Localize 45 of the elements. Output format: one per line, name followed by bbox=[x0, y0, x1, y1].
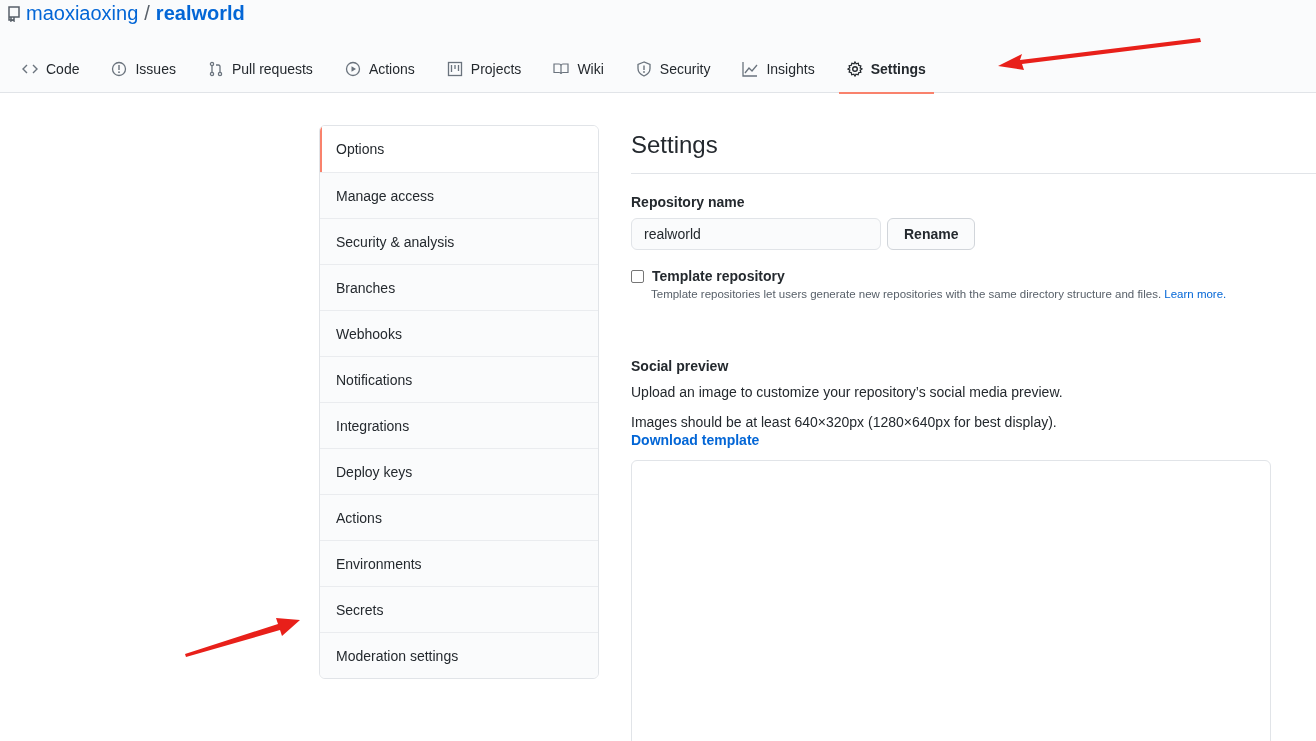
graph-icon bbox=[742, 61, 759, 77]
pull-request-icon bbox=[207, 61, 224, 77]
page-title: Settings bbox=[631, 131, 1316, 174]
checkbox-label: Template repository bbox=[652, 268, 785, 284]
menu-item[interactable]: Deploy keys bbox=[320, 448, 598, 494]
settings-icon bbox=[846, 61, 863, 77]
path-separator: / bbox=[144, 2, 150, 25]
menu-item[interactable]: Environments bbox=[320, 540, 598, 586]
menu-item[interactable]: Manage access bbox=[320, 172, 598, 218]
repo-tab[interactable]: Settings bbox=[838, 49, 934, 94]
repo-tab[interactable]: Issues bbox=[103, 49, 184, 94]
repository-link[interactable]: realworld bbox=[155, 2, 245, 25]
menu-item[interactable]: Moderation settings bbox=[320, 632, 598, 678]
menu-item[interactable]: Secrets bbox=[320, 586, 598, 632]
template-checkbox[interactable] bbox=[631, 269, 644, 283]
menu-item[interactable]: Notifications bbox=[320, 356, 598, 402]
repository-name-field[interactable]: realworld bbox=[631, 218, 881, 250]
section-description: Upload an image to customize your repository’s social media preview. bbox=[631, 384, 1064, 400]
menu-item[interactable]: Security & analysis bbox=[320, 218, 598, 264]
menu-item[interactable]: Integrations bbox=[320, 402, 598, 448]
field-label: Repository name bbox=[631, 194, 746, 210]
menu-item[interactable]: Options bbox=[320, 126, 598, 172]
project-board-icon bbox=[446, 61, 463, 77]
menu-item[interactable]: Actions bbox=[320, 494, 598, 540]
download-template-link[interactable]: Download template bbox=[631, 432, 760, 448]
repository-icon bbox=[8, 5, 20, 22]
menu-item[interactable]: Webhooks bbox=[320, 310, 598, 356]
play-icon bbox=[344, 61, 361, 77]
size-note: Images should be at least 640×320px (1280×640px for best display). bbox=[631, 414, 1058, 430]
book-icon bbox=[553, 61, 570, 77]
repo-tab[interactable]: Insights bbox=[734, 49, 823, 94]
shield-icon bbox=[635, 61, 652, 77]
issue-icon bbox=[111, 61, 128, 77]
repo-tab[interactable]: Code bbox=[14, 49, 88, 94]
menu-item[interactable]: Branches bbox=[320, 264, 598, 310]
rename-button[interactable]: Rename bbox=[887, 218, 976, 250]
learn-more-link[interactable]: Learn more. bbox=[1164, 288, 1227, 300]
template-description: Template repositories let users generate new repositories with the same directory structure and files. Learn more. bbox=[651, 288, 1228, 300]
repo-tab[interactable]: Wiki bbox=[545, 49, 612, 94]
owner-link[interactable]: maoxiaoxing bbox=[26, 2, 139, 25]
repo-tab[interactable]: Security bbox=[627, 49, 719, 94]
repo-tab[interactable]: Pull requests bbox=[199, 49, 321, 94]
repo-tab[interactable]: Projects bbox=[438, 49, 530, 94]
section-title: Social preview bbox=[631, 358, 730, 374]
repo-tab[interactable]: Actions bbox=[336, 49, 423, 94]
